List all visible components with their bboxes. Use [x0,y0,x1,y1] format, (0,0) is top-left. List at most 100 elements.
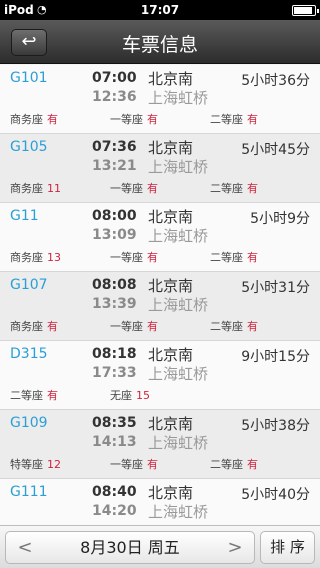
seat-count: 有 [147,113,158,126]
seat-class-label: 一等座 [110,182,143,195]
to-station: 上海虹桥 [148,89,209,107]
status-bar: iPod ◔ 17:07 [0,0,320,20]
seat-count: 11 [47,182,61,195]
seat-availability: 二等座有 [210,249,258,265]
train-code: G107 [10,277,48,293]
seat-availability: 二等座有 [210,318,258,334]
sort-button[interactable]: 排 序 [260,531,315,564]
seat-availability: 二等座有 [210,456,258,472]
chevron-right-icon: > [227,537,243,558]
duration: 5小时45分 [241,142,310,158]
seat-count: 有 [147,251,158,264]
chevron-left-icon: < [17,537,33,558]
train-code: G11 [10,208,39,224]
train-code: G101 [10,70,48,86]
seat-class-label: 商务座 [10,320,43,333]
seat-class-label: 特等座 [10,458,43,471]
arrive-time: 14:13 [92,434,137,450]
depart-time: 08:18 [92,346,137,362]
seat-class-label: 二等座 [210,113,243,126]
seat-availability: 商务座有 [10,111,58,127]
seat-count: 12 [47,458,61,471]
arrive-time: 13:21 [92,158,137,174]
from-station: 北京南 [148,139,194,157]
duration: 5小时9分 [250,211,310,227]
depart-time: 07:36 [92,139,137,155]
seat-class-label: 一等座 [110,113,143,126]
to-station: 上海虹桥 [148,227,209,245]
status-time: 17:07 [140,3,180,17]
depart-time: 08:00 [92,208,137,224]
seat-availability: 商务座有 [10,318,58,334]
seat-class-label: 商务座 [10,113,43,126]
seat-class-label: 无座 [110,389,132,402]
seat-count: 13 [47,251,61,264]
duration: 5小时40分 [241,487,310,503]
seat-class-label: 二等座 [210,182,243,195]
arrive-time: 12:36 [92,89,137,105]
train-row[interactable]: G101 07:00 12:36 北京南 上海虹桥 5小时36分 商务座有一等座有二等座有 [0,65,320,134]
seat-class-label: 一等座 [110,458,143,471]
depart-time: 07:00 [92,70,137,86]
seat-availability: 二等座有 [210,111,258,127]
train-code: D315 [10,346,48,362]
duration: 5小时36分 [241,73,310,89]
seat-class-label: 一等座 [110,251,143,264]
from-station: 北京南 [148,70,194,88]
seat-count: 有 [247,251,258,264]
train-row[interactable]: G109 08:35 14:13 北京南 上海虹桥 5小时38分 特等座 12 一等座有二等座有 [0,410,320,479]
seat-count: 有 [147,320,158,333]
train-row[interactable]: G107 08:08 13:39 北京南 上海虹桥 5小时31分 商务座有一等座有二等座有 [0,272,320,341]
to-station: 上海虹桥 [148,296,209,314]
duration: 9小时15分 [241,349,310,365]
train-row[interactable]: D315 08:18 17:33 北京南 上海虹桥 9小时15分 二等座有 无座 15 [0,341,320,410]
seat-count: 有 [247,182,258,195]
seat-count: 有 [247,113,258,126]
seat-availability: 一等座有 [110,249,158,265]
train-list[interactable]: G101 07:00 12:36 北京南 上海虹桥 5小时36分 商务座有一等座有二等座有 G… [0,65,320,525]
depart-time: 08:40 [92,484,137,500]
arrive-time: 13:09 [92,227,137,243]
train-row[interactable]: G111 08:40 14:20 北京南 上海虹桥 5小时40分 [0,479,320,525]
seat-class-label: 商务座 [10,182,43,195]
selected-date[interactable]: 8月30日 周五 [44,532,216,563]
from-station: 北京南 [148,346,194,364]
from-station: 北京南 [148,208,194,226]
train-code: G109 [10,415,48,431]
depart-time: 08:08 [92,277,137,293]
seat-availability: 二等座有 [210,180,258,196]
arrive-time: 13:39 [92,296,137,312]
from-station: 北京南 [148,415,194,433]
seat-availability: 商务座 11 [10,180,61,196]
seat-count: 有 [47,389,58,402]
seat-count: 有 [247,320,258,333]
from-station: 北京南 [148,484,194,502]
seat-count: 15 [136,389,150,402]
seat-count: 有 [147,182,158,195]
seat-availability: 一等座有 [110,180,158,196]
train-row[interactable]: G105 07:36 13:21 北京南 上海虹桥 5小时45分 商务座 11 一等座有二等座有 [0,134,320,203]
seat-availability: 一等座有 [110,318,158,334]
bottom-toolbar: < 8月30日 周五 > 排 序 [0,525,320,568]
arrive-time: 17:33 [92,365,137,381]
seat-count: 有 [47,320,58,333]
seat-count: 有 [147,458,158,471]
train-row[interactable]: G11 08:00 13:09 北京南 上海虹桥 5小时9分 商务座 13 一等座有二等座有 [0,203,320,272]
date-selector: < 8月30日 周五 > [5,531,255,564]
seat-availability: 无座 15 [110,387,150,403]
seat-class-label: 二等座 [210,320,243,333]
seat-class-label: 一等座 [110,320,143,333]
seat-count: 有 [47,113,58,126]
train-code: G111 [10,484,48,500]
duration: 5小时31分 [241,280,310,296]
arrive-time: 14:20 [92,503,137,519]
next-day-button[interactable]: > [216,532,254,563]
previous-day-button[interactable]: < [6,532,44,563]
navigation-bar: ↩ 车票信息 [0,20,320,64]
to-station: 上海虹桥 [148,158,209,176]
seat-availability: 特等座 12 [10,456,61,472]
to-station: 上海虹桥 [148,434,209,452]
from-station: 北京南 [148,277,194,295]
seat-class-label: 商务座 [10,251,43,264]
page-title: 车票信息 [121,34,198,56]
